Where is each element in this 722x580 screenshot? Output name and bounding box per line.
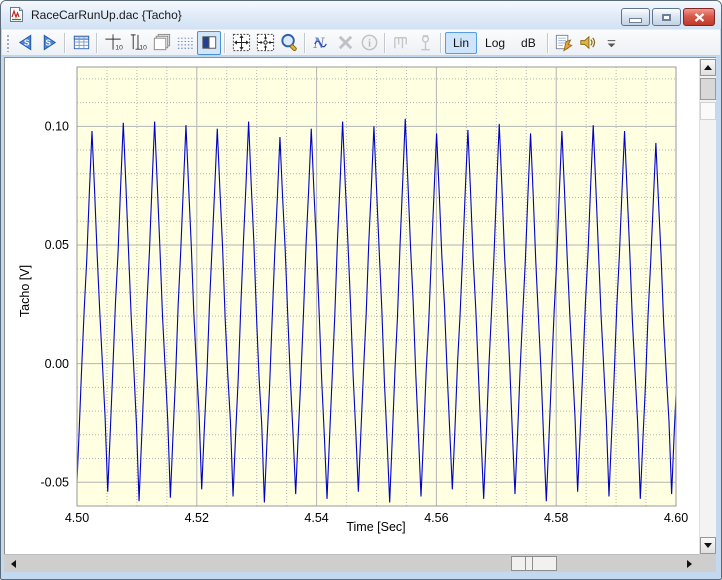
x-tick-label: 4.58 — [544, 511, 568, 525]
vertical-scrollbar[interactable] — [699, 59, 716, 554]
dotted-grid-icon — [175, 32, 196, 53]
x-tick-label: 4.50 — [65, 511, 89, 525]
next-section-icon: S — [39, 32, 60, 53]
toolbar-separator — [384, 33, 386, 53]
edit-waveform-button[interactable]: N — [309, 31, 333, 55]
next-section-button[interactable]: S — [37, 31, 61, 55]
horizontal-scrollbar-thumb[interactable] — [511, 556, 557, 571]
restore-button[interactable] — [652, 8, 681, 26]
svg-text:N: N — [312, 35, 325, 52]
minimize-button[interactable] — [621, 8, 650, 26]
svg-text:S: S — [45, 39, 51, 48]
x-axis-title: Time [Sec] — [346, 520, 405, 534]
prev-section-icon: S — [15, 32, 36, 53]
export-pointer-icon — [553, 32, 574, 53]
db-scale-button[interactable]: dB — [513, 32, 544, 54]
band-cursor-button[interactable]: 10 — [125, 31, 149, 55]
y-tick-label: 0.05 — [45, 238, 69, 252]
svg-text:S: S — [24, 39, 30, 48]
y-tick-label: 0.00 — [45, 357, 69, 371]
scroll-up-button[interactable] — [700, 59, 716, 76]
toolbar-separator — [440, 33, 442, 53]
info-button[interactable]: i — [357, 31, 381, 55]
svg-text:10: 10 — [139, 45, 147, 52]
grid-toggle-button[interactable] — [173, 31, 197, 55]
toolbar-separator — [224, 33, 226, 53]
log-scale-button[interactable]: Log — [477, 32, 513, 54]
vertical-scrollbar-page-marker — [700, 102, 716, 120]
restore-icon — [662, 14, 671, 21]
window-title: RaceCarRunUp.dac {Tacho} — [31, 1, 182, 29]
scroll-down-button[interactable] — [700, 537, 716, 554]
single-display-button[interactable] — [197, 31, 221, 55]
toolbar-separator — [304, 33, 306, 53]
title-bar[interactable]: RaceCarRunUp.dac {Tacho} — [1, 1, 721, 30]
delete-button[interactable] — [333, 31, 357, 55]
data-grid-icon — [71, 32, 92, 53]
probe-button[interactable] — [413, 31, 437, 55]
close-button[interactable] — [683, 8, 715, 26]
scroll-right-button[interactable] — [681, 555, 698, 572]
waveform-chart[interactable]: 0.10 0.05 0.00 -0.05 4.50 4.52 4.54 4.56 4.58 4.6… — [4, 57, 699, 554]
split-panel-icon — [199, 32, 220, 53]
toolbar: S S 10 10 Ni LinLogdB — [2, 29, 720, 56]
zoom-extents-button[interactable] — [229, 31, 253, 55]
export-button[interactable] — [552, 31, 576, 55]
overlay-plots-button[interactable] — [149, 31, 173, 55]
toolbar-gripper[interactable] — [6, 34, 10, 52]
horizontal-scrollbar[interactable] — [4, 554, 699, 572]
overlay-plots-icon — [151, 32, 172, 53]
close-icon — [694, 13, 705, 22]
arrow-left-icon — [11, 560, 16, 568]
overflow-chevron-icon — [601, 32, 622, 53]
waveform-icon: N — [311, 32, 332, 53]
delete-x-icon — [335, 32, 356, 53]
zoom-extents-icon — [231, 32, 252, 53]
y-tick-label: 0.10 — [45, 120, 69, 134]
arrow-down-icon — [704, 543, 712, 548]
app-window: RaceCarRunUp.dac {Tacho} S S 10 10 Ni LinLogd… — [0, 0, 722, 580]
y-tick-label: -0.05 — [41, 475, 70, 489]
data-grid-button[interactable] — [69, 31, 93, 55]
zoom-box-icon — [255, 32, 276, 53]
audio-playback-button[interactable] — [576, 31, 600, 55]
toolbar-options-button[interactable] — [600, 31, 624, 55]
x-tick-label: 4.52 — [185, 511, 209, 525]
svg-text:i: i — [368, 38, 371, 49]
speaker-icon — [577, 32, 598, 53]
toolbar-separator — [64, 33, 66, 53]
scrollbar-corner — [699, 554, 716, 572]
zoom-magnifier-button[interactable] — [277, 31, 301, 55]
scroll-left-button[interactable] — [5, 555, 22, 572]
app-icon — [8, 6, 25, 23]
x-tick-label: 4.60 — [664, 511, 688, 525]
plot-client-area: 0.10 0.05 0.00 -0.05 4.50 4.52 4.54 4.56 4.58 4.6… — [4, 57, 716, 572]
band-cursor-icon: 10 — [127, 32, 148, 53]
x-tick-label: 4.54 — [304, 511, 328, 525]
x-tick-label: 4.56 — [424, 511, 448, 525]
arrow-up-icon — [704, 65, 712, 70]
cursor-values-button[interactable]: 10 — [101, 31, 125, 55]
svg-text:10: 10 — [115, 45, 123, 52]
minimize-icon — [630, 19, 641, 22]
linear-scale-button[interactable]: Lin — [445, 32, 477, 54]
filter-comb-icon — [391, 32, 412, 53]
zoom-box-button[interactable] — [253, 31, 277, 55]
arrow-right-icon — [687, 560, 692, 568]
probe-anchor-icon — [415, 32, 436, 53]
info-icon: i — [359, 32, 380, 53]
previous-section-button[interactable]: S — [13, 31, 37, 55]
y-axis-title: Tacho [V] — [18, 265, 32, 317]
toolbar-separator — [96, 33, 98, 53]
cursor-crosshair-icon: 10 — [103, 32, 124, 53]
filter-button[interactable] — [389, 31, 413, 55]
toolbar-separator — [547, 33, 549, 53]
window-controls — [621, 8, 715, 26]
vertical-scrollbar-thumb[interactable] — [700, 78, 716, 100]
magnifier-icon — [279, 32, 300, 53]
